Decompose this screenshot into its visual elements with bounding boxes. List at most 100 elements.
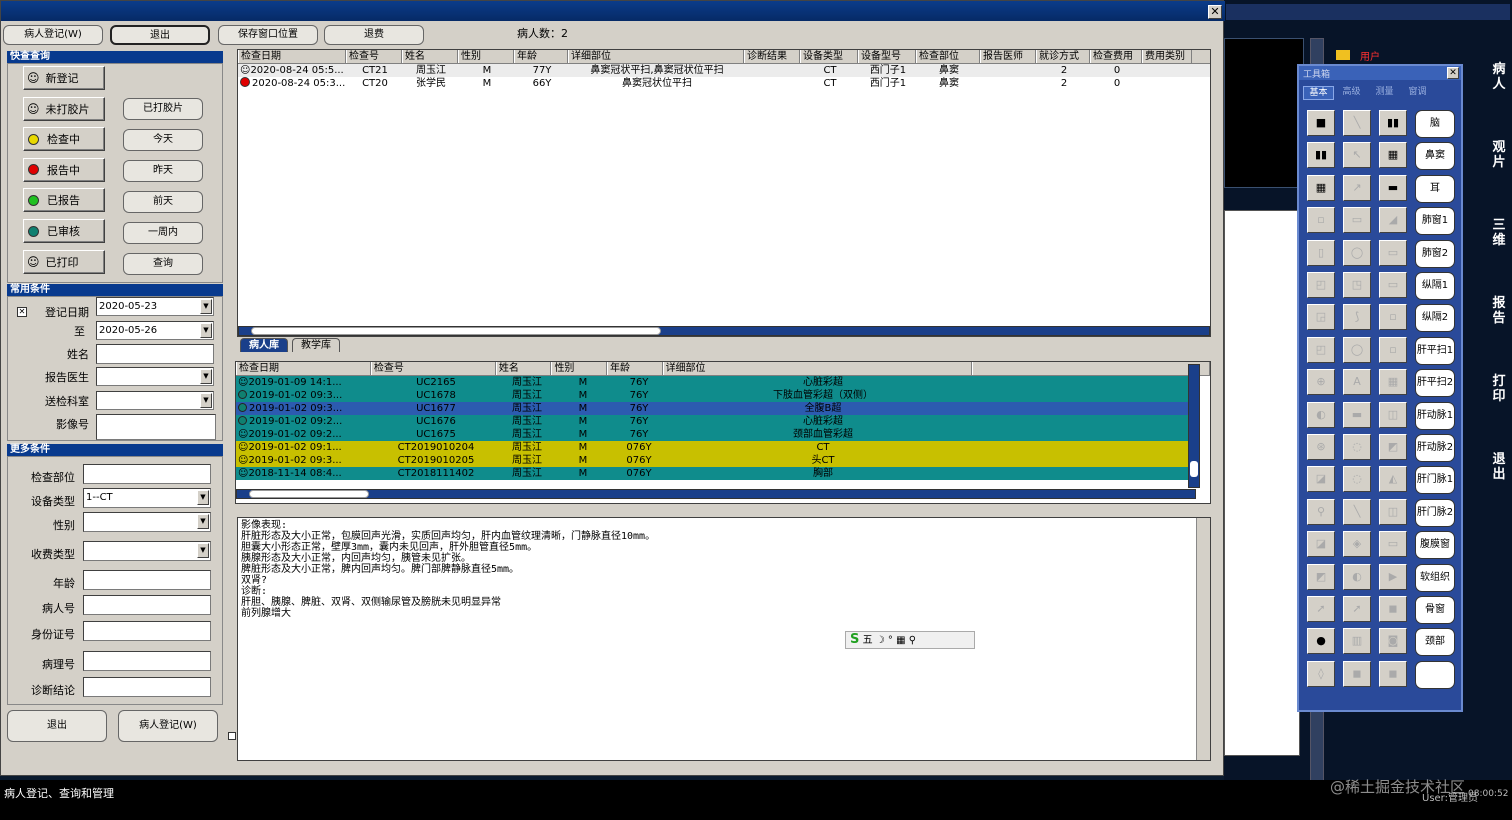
report-text-area[interactable]: 影像表现: 肝脏形态及大小正常，包膜回声光滑，实质回声均匀，肝内血管纹理清晰，门静…: [237, 517, 1211, 761]
chevron-down-icon[interactable]: ▼: [197, 514, 209, 529]
window-preset-button[interactable]: 肝动脉2: [1415, 434, 1455, 462]
side-menu-report[interactable]: 报告: [1490, 296, 1508, 326]
window-preset-button[interactable]: 肝门脉1: [1415, 466, 1455, 495]
quick-filter-button[interactable]: 今天: [123, 129, 203, 151]
toolbox-tool-icon[interactable]: ◐: [1307, 401, 1335, 428]
chevron-down-icon[interactable]: ▼: [200, 369, 212, 384]
toolbox-tool-icon[interactable]: ▦: [1379, 142, 1407, 169]
toolbox-tool-icon[interactable]: ▭: [1379, 531, 1407, 558]
report-doctor-select[interactable]: ▼: [96, 367, 214, 386]
toolbox-tool-icon[interactable]: ■: [1307, 110, 1335, 136]
window-preset-button[interactable]: 肺窗1: [1415, 207, 1455, 236]
toolbox-close-button[interactable]: ✕: [1447, 67, 1459, 79]
history-col-header[interactable]: 检查号: [370, 362, 496, 375]
exam-col-header[interactable]: 检查日期: [238, 50, 346, 63]
history-table-hscroll[interactable]: [236, 489, 1196, 499]
toolbox-tool-icon[interactable]: ▦: [1307, 174, 1335, 201]
toolbox-tool-icon[interactable]: ╲: [1343, 498, 1371, 525]
exam-table-hscroll[interactable]: [238, 326, 1210, 336]
history-table-vscroll-thumb[interactable]: [1190, 461, 1198, 477]
history-col-header[interactable]: 姓名: [495, 362, 552, 375]
chevron-down-icon[interactable]: ▼: [200, 299, 212, 314]
exam-col-header[interactable]: 费用类别: [1142, 50, 1192, 63]
name-input[interactable]: [96, 344, 214, 364]
toolbox-tool-icon[interactable]: ▬: [1343, 401, 1371, 428]
more-field-input[interactable]: [83, 464, 211, 484]
toolbox-tool-icon[interactable]: ▮▮: [1379, 110, 1407, 136]
toolbox-tool-icon[interactable]: ◫: [1379, 498, 1407, 525]
report-vscroll[interactable]: [1196, 518, 1210, 760]
more-field-input[interactable]: [83, 621, 211, 641]
toolbox-tool-icon[interactable]: ◳: [1343, 272, 1371, 298]
status-filter-button[interactable]: ☺ 新登记: [23, 66, 105, 90]
window-close-button[interactable]: ✕: [1208, 5, 1222, 19]
exam-table-row[interactable]: ☺2020-08-24 05:5... CT21 周玉江 M 77Y 鼻窦冠状平扫,鼻窦冠…: [238, 64, 1210, 77]
toolbox-tool-icon[interactable]: ▫: [1379, 336, 1407, 363]
window-preset-button[interactable]: 鼻窦: [1415, 142, 1455, 171]
history-col-header[interactable]: 详细部位: [662, 362, 972, 375]
more-field-input[interactable]: [83, 651, 211, 671]
image-no-input[interactable]: [96, 414, 216, 440]
history-table-row[interactable]: ☺2019-01-02 09:3... CT2019010205 周玉江 M 076Y 头…: [236, 454, 1194, 467]
register-button[interactable]: 病人登记(W): [3, 25, 103, 45]
status-filter-button[interactable]: 已报告: [23, 188, 105, 213]
toolbox-tool-icon[interactable]: ▬: [1379, 174, 1407, 201]
window-preset-button[interactable]: 软组织: [1415, 563, 1455, 592]
toolbox-tool-icon[interactable]: ◙: [1379, 628, 1407, 655]
toolbox-tool-icon[interactable]: ◐: [1343, 563, 1371, 590]
refund-button[interactable]: 退费: [324, 25, 424, 45]
exam-col-header[interactable]: 设备型号: [858, 50, 916, 63]
window-preset-button[interactable]: 肝平扫1: [1415, 336, 1455, 365]
toolbox-tool-icon[interactable]: ◯: [1343, 336, 1371, 363]
history-table-row[interactable]: ☺2018-11-14 08:4... CT2018111402 周玉江 M 076Y 胸…: [236, 467, 1194, 480]
more-field-input[interactable]: ▼: [83, 512, 211, 532]
window-preset-button[interactable]: 骨窗: [1415, 596, 1455, 624]
status-filter-button[interactable]: ☺ 未打胶片: [23, 96, 105, 121]
toolbox-tool-icon[interactable]: ◰: [1307, 272, 1335, 298]
history-col-header[interactable]: 年龄: [607, 362, 663, 375]
toolbox-tool-icon[interactable]: ◲: [1307, 304, 1335, 331]
window-preset-button[interactable]: 肝门脉2: [1415, 498, 1455, 527]
window-preset-button[interactable]: 颈部: [1415, 628, 1455, 657]
window-preset-button[interactable]: 耳: [1415, 174, 1455, 203]
quick-filter-button[interactable]: 已打胶片: [123, 98, 203, 120]
toolbox-tool-icon[interactable]: ◫: [1379, 401, 1407, 428]
toolbox-tool-icon[interactable]: ▭: [1379, 239, 1407, 266]
toolbox-tool-icon[interactable]: ⊕: [1307, 369, 1335, 396]
history-table-row[interactable]: 2019-01-02 09:2... UC1676 周玉江 M 76Y 心脏彩超: [236, 415, 1194, 428]
chevron-down-icon[interactable]: ▼: [197, 490, 209, 505]
toolbox-tool-icon[interactable]: ◼: [1379, 660, 1407, 687]
small-checkbox[interactable]: [228, 732, 236, 740]
reg-date-checkbox[interactable]: ✕: [17, 307, 27, 317]
window-preset-button[interactable]: 纵隔2: [1415, 304, 1455, 333]
toolbox-tool-icon[interactable]: ▶: [1379, 563, 1407, 590]
status-filter-button[interactable]: 检查中: [23, 127, 105, 152]
chevron-down-icon[interactable]: ▼: [197, 543, 209, 558]
side-menu-exit[interactable]: 退出: [1490, 452, 1508, 482]
date-to-input[interactable]: 2020-05-26 ▼: [96, 321, 214, 340]
toolbox-tab[interactable]: 基本: [1303, 86, 1334, 100]
side-menu-print[interactable]: 打印: [1490, 374, 1508, 404]
toolbox-tool-icon[interactable]: ◌: [1343, 434, 1371, 460]
exam-col-header[interactable]: 诊断结果: [744, 50, 800, 63]
exam-table-hscroll-thumb[interactable]: [251, 327, 661, 335]
toolbox-tool-icon[interactable]: ➚: [1307, 596, 1335, 622]
toolbox-tool-icon[interactable]: ●: [1307, 628, 1335, 655]
toolbox-tool-icon[interactable]: ◼: [1343, 660, 1371, 687]
register-bottom-button[interactable]: 病人登记(W): [118, 710, 218, 742]
window-preset-button[interactable]: 腹膜窗: [1415, 531, 1455, 560]
window-preset-button[interactable]: 纵隔1: [1415, 272, 1455, 300]
toolbox-tool-icon[interactable]: ◯: [1343, 239, 1371, 266]
window-preset-button[interactable]: 肝平扫2: [1415, 369, 1455, 398]
quick-filter-button[interactable]: 前天: [123, 191, 203, 213]
quick-filter-button[interactable]: 查询: [123, 253, 203, 275]
toolbox-tool-icon[interactable]: ◢: [1379, 207, 1407, 234]
toolbox-tool-icon[interactable]: ⟆: [1343, 304, 1371, 331]
side-menu-patient[interactable]: 病人: [1490, 62, 1508, 92]
toolbox-tool-icon[interactable]: ◭: [1379, 466, 1407, 493]
exam-col-header[interactable]: 就诊方式: [1036, 50, 1090, 63]
status-filter-button[interactable]: 报告中: [23, 157, 105, 182]
tab-patient-lib[interactable]: 病人库: [240, 338, 288, 352]
toolbox-tool-icon[interactable]: ╲: [1343, 110, 1371, 136]
toolbox-tool-icon[interactable]: ▫: [1379, 304, 1407, 331]
